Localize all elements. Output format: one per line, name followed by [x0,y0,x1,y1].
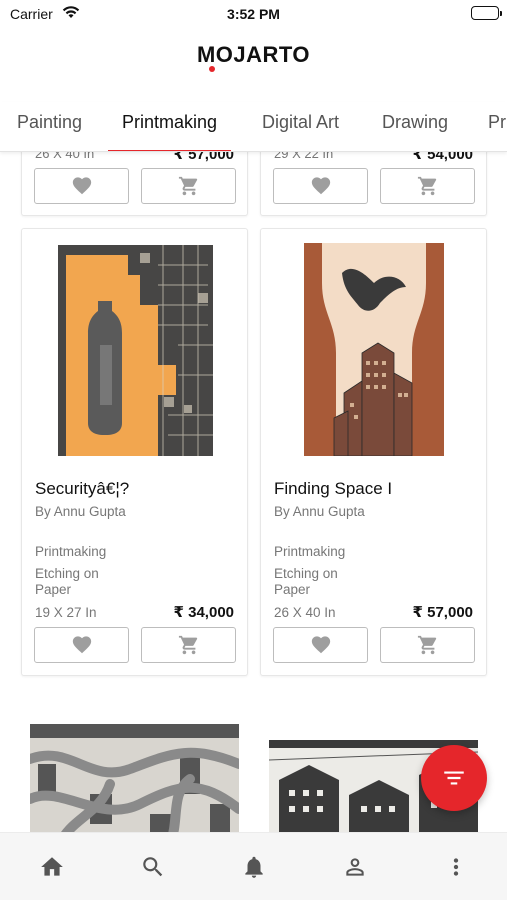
add-to-cart-button[interactable] [141,627,236,663]
search-icon [143,857,163,877]
tab-more-category[interactable]: Pr [488,112,506,151]
cart-icon [178,635,197,655]
status-bar: Carrier 3:52 PM [0,0,507,28]
nav-profile[interactable] [341,853,369,881]
category-tabs: Painting Printmaking Digital Art Drawing… [0,102,507,152]
wishlist-button[interactable] [273,168,368,204]
card-price: ₹ 34,000 [173,604,234,621]
cart-icon [417,176,436,196]
add-to-cart-button[interactable] [380,168,475,204]
heart-icon [72,177,91,195]
active-tab-indicator [108,150,232,151]
logo-text: MOJARTO [196,42,311,67]
clock: 3:52 PM [227,6,280,22]
tab-digital-art[interactable]: Digital Art [262,112,340,151]
tab-label: Drawing [382,112,449,132]
home-icon [41,857,63,876]
card-technique: Etching on Paper [35,566,99,597]
card-size: 19 X 27 In [35,605,97,620]
cart-icon [417,635,436,655]
add-to-cart-button[interactable] [380,627,475,663]
battery-icon [471,6,502,20]
bell-icon [245,856,263,878]
more-vertical-icon [453,858,459,876]
wishlist-button[interactable] [34,627,129,663]
nav-more[interactable] [442,853,470,881]
heart-icon [311,177,330,195]
person-icon [346,858,364,876]
nav-home[interactable] [38,853,66,881]
nav-search[interactable] [139,853,167,881]
tab-painting[interactable]: Painting [17,112,83,151]
tab-label: Pr [488,112,506,132]
tab-drawing[interactable]: Drawing [382,112,449,151]
card-size: 26 X 40 In [274,605,336,620]
wishlist-button[interactable] [273,627,368,663]
heart-icon [72,636,91,654]
card-price: ₹ 57,000 [412,604,473,621]
tab-label: Digital Art [262,112,340,132]
nav-notifications[interactable] [240,853,268,881]
card-title: Securityâ€¦? [35,479,130,498]
cart-icon [178,176,197,196]
card-medium: Printmaking [274,544,346,559]
tab-label: Printmaking [122,112,218,132]
heart-icon [311,636,330,654]
artwork-image[interactable] [58,245,213,456]
filter-button[interactable] [421,745,487,811]
artwork-image[interactable] [304,243,444,456]
tab-printmaking[interactable]: Printmaking [108,112,232,151]
filter-icon [444,771,464,785]
app-logo[interactable]: MOJARTO [0,42,507,72]
logo-dot [208,66,215,72]
card-technique: Etching on Paper [274,566,338,597]
card-artist: By Annu Gupta [35,504,126,519]
add-to-cart-button[interactable] [141,168,236,204]
card-artist: By Annu Gupta [274,504,365,519]
bottom-navigation [0,832,507,900]
product-card[interactable] [21,712,248,852]
artwork-image[interactable] [30,724,239,844]
wishlist-button[interactable] [34,168,129,204]
card-medium: Printmaking [35,544,107,559]
product-card[interactable]: Finding Space I By Annu Gupta Printmakin… [260,228,487,676]
product-card[interactable]: Securityâ€¦? By Annu Gupta Printmaking E… [21,228,248,676]
tab-label: Painting [17,112,83,132]
card-title: Finding Space I [274,479,393,498]
